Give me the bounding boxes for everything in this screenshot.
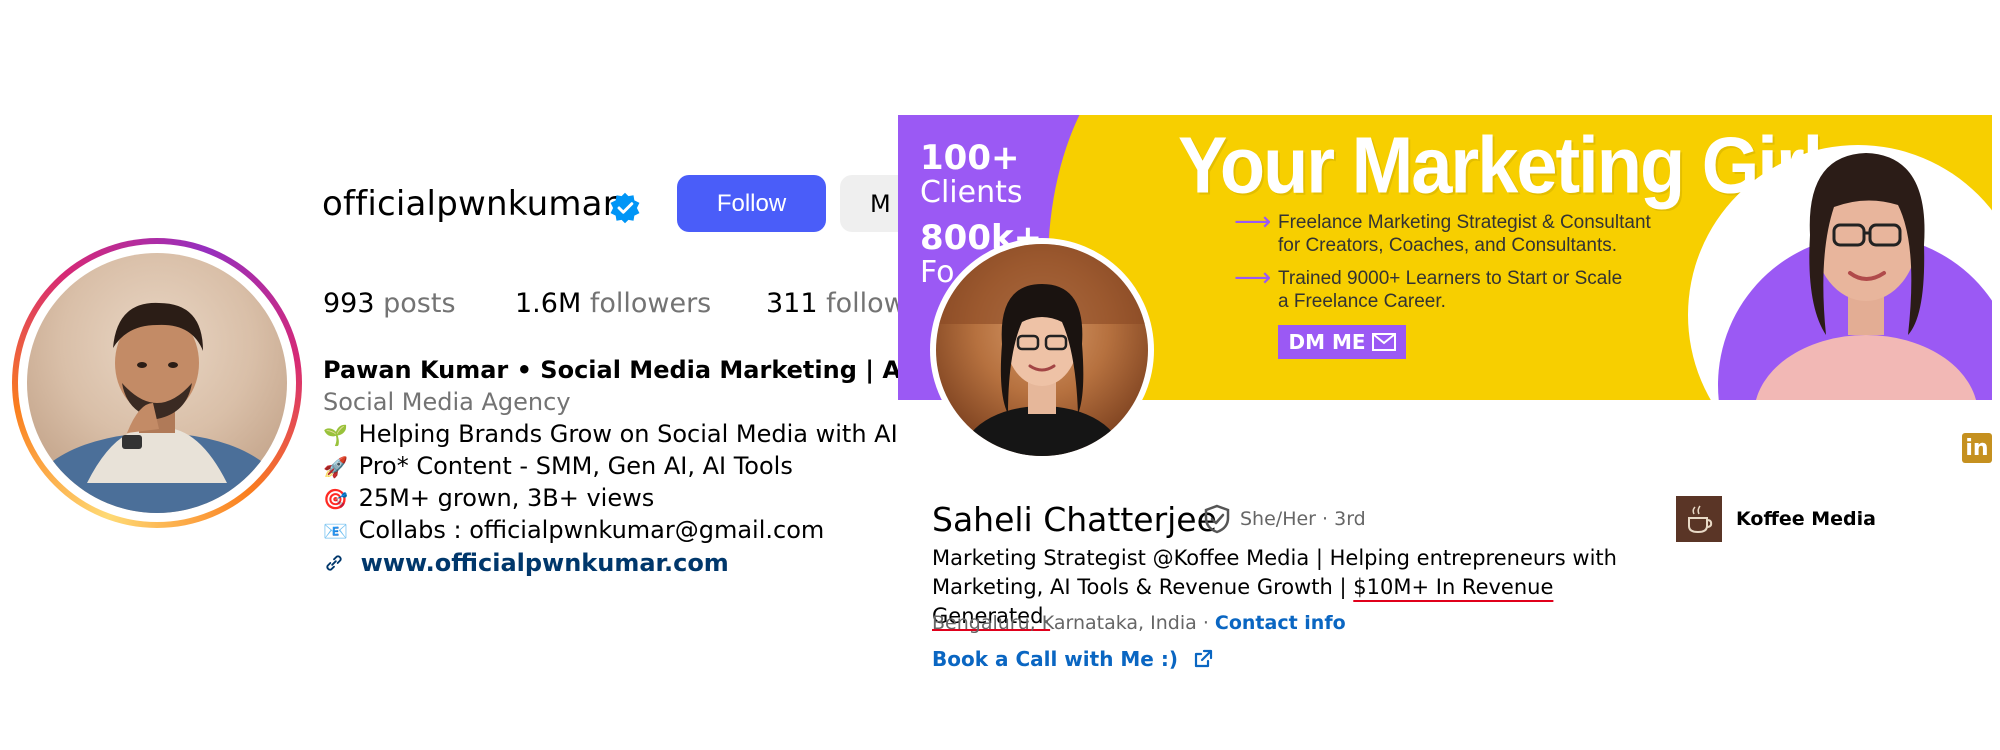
arrow-right-icon: ⟶ — [1234, 263, 1272, 293]
company-logo[interactable] — [1676, 496, 1722, 542]
instagram-profile-panel: officialpwnkumar Follow M 993 posts 1.6M… — [0, 0, 900, 750]
username: officialpwnkumar — [322, 184, 617, 224]
banner-person-image — [1756, 153, 1976, 400]
banner-stat-clients-value: 100+ — [920, 138, 1020, 178]
link-icon — [326, 555, 342, 571]
message-button[interactable]: M — [840, 175, 900, 232]
location-row: Bengaluru, Karnataka, India · Contact in… — [932, 612, 1346, 634]
banner-stat-clients-label: Clients — [920, 175, 1023, 210]
verified-shield-icon[interactable] — [1203, 504, 1231, 534]
banner-title: Your Marketing Girl — [1178, 120, 1823, 210]
stat-followers[interactable]: 1.6M followers — [515, 288, 711, 319]
linkedin-profile-panel: 100+ Clients 800k+ Fo Your Marketing Gir… — [898, 0, 2000, 750]
banner-point: Freelance Marketing Strategist & Consult… — [1278, 212, 1651, 233]
bio-line: 🌱 Helping Brands Grow on Social Media wi… — [323, 420, 898, 448]
following-label: follow — [826, 288, 900, 319]
pronouns-degree: She/Her · 3rd — [1240, 508, 1366, 530]
avatar-illustration — [936, 244, 1148, 456]
bio-line: 🚀 Pro* Content - SMM, Gen AI, AI Tools — [323, 452, 793, 480]
banner-stat-followers-label: Fo — [920, 255, 955, 290]
verified-badge-icon — [610, 192, 640, 224]
following-count: 311 — [766, 288, 818, 319]
bio-category: Social Media Agency — [323, 388, 571, 416]
seedling-icon: 🌱 — [323, 423, 348, 447]
posts-count: 993 — [323, 288, 375, 319]
book-call-link[interactable]: Book a Call with Me :) — [932, 647, 1213, 671]
posts-label: posts — [383, 288, 456, 319]
linkedin-icon: in — [1962, 433, 1992, 463]
avatar-illustration — [27, 302, 287, 513]
bio-website-row[interactable]: www.officialpwnkumar.com — [323, 549, 729, 577]
follow-button[interactable]: Follow — [677, 175, 826, 232]
stat-following[interactable]: 311 follow — [766, 288, 900, 319]
contact-info-link[interactable]: Contact info — [1215, 612, 1346, 634]
email-icon: 📧 — [323, 519, 348, 543]
mail-icon — [1371, 333, 1396, 351]
banner-point: Trained 9000+ Learners to Start or Scale — [1278, 268, 1623, 289]
arrow-right-icon: ⟶ — [1234, 207, 1272, 237]
company-name[interactable]: Koffee Media — [1736, 508, 1876, 530]
profile-name: Saheli Chatterjee — [932, 500, 1217, 539]
location-text: Bengaluru, Karnataka, India — [932, 612, 1197, 634]
profile-avatar[interactable] — [930, 238, 1154, 462]
bio-line: 🎯 25M+ grown, 3B+ views — [323, 484, 655, 512]
banner-point: for Creators, Coaches, and Consultants. — [1278, 235, 1618, 256]
banner-point: a Freelance Career. — [1278, 291, 1446, 312]
bio-name: Pawan Kumar • Social Media Marketing | A… — [323, 356, 900, 384]
followers-label: followers — [589, 288, 712, 319]
website-link[interactable]: www.officialpwnkumar.com — [361, 549, 729, 577]
stat-posts[interactable]: 993 posts — [323, 288, 456, 319]
story-ring[interactable] — [12, 238, 302, 528]
coffee-cup-icon — [1688, 505, 1713, 534]
profile-avatar — [27, 253, 287, 513]
rocket-icon: 🚀 — [323, 455, 348, 479]
banner-dm-me: DM ME — [1278, 325, 1406, 359]
external-link-icon — [1194, 649, 1213, 668]
followers-count: 1.6M — [515, 288, 582, 319]
bio-line: 📧 Collabs : officialpwnkumar@gmail.com — [323, 516, 825, 544]
target-icon: 🎯 — [323, 487, 348, 511]
